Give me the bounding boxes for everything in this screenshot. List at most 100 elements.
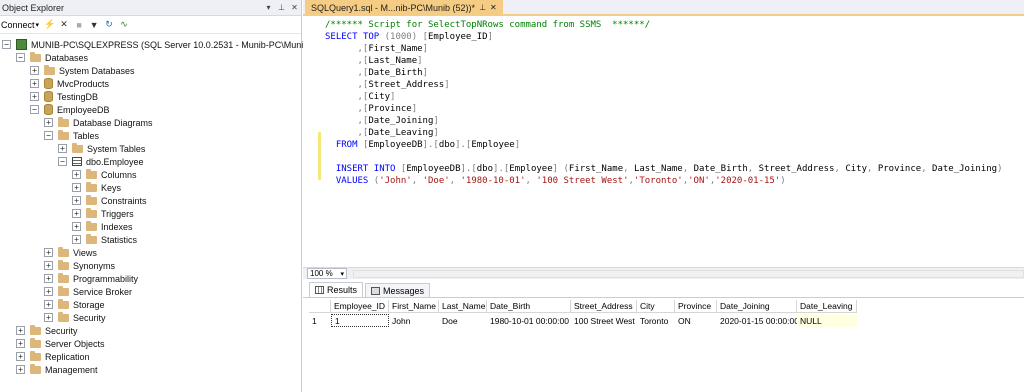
tree-node[interactable]: + Service Broker: [44, 285, 132, 298]
tree-node[interactable]: + Views: [44, 246, 97, 259]
close-icon[interactable]: ✕: [288, 3, 301, 12]
tree-node-label: Security: [45, 325, 78, 336]
column-header[interactable]: Date_Leaving: [797, 300, 857, 313]
activity-monitor-icon[interactable]: ∿: [119, 19, 129, 30]
connect-button[interactable]: Connect ▾: [1, 20, 39, 30]
tree-node[interactable]: − MUNIB-PC\SQLEXPRESS (SQL Server 10.0.25…: [2, 38, 311, 51]
database-icon: [44, 91, 53, 102]
expand-icon[interactable]: +: [30, 92, 39, 101]
expand-icon[interactable]: +: [16, 352, 25, 361]
folder-icon: [86, 207, 97, 218]
tree-node[interactable]: + System Databases: [30, 64, 135, 77]
tree-node[interactable]: + Keys: [72, 181, 121, 194]
tree-node[interactable]: + Database Diagrams: [44, 116, 153, 129]
tree-node[interactable]: + Columns: [72, 168, 137, 181]
table-cell[interactable]: 1980-10-01 00:00:00: [487, 314, 571, 327]
expand-icon[interactable]: +: [44, 261, 53, 270]
expand-icon[interactable]: +: [72, 235, 81, 244]
expand-icon[interactable]: +: [58, 144, 67, 153]
expand-icon[interactable]: +: [44, 274, 53, 283]
table-cell[interactable]: Doe: [439, 314, 487, 327]
tree-node[interactable]: + Security: [44, 311, 106, 324]
close-icon[interactable]: ✕: [490, 3, 497, 12]
expand-icon[interactable]: +: [16, 365, 25, 374]
expand-icon[interactable]: +: [16, 339, 25, 348]
row-header-corner[interactable]: [309, 300, 331, 313]
dropdown-arrow-icon[interactable]: ▾: [262, 3, 275, 12]
tree-node[interactable]: + MvcProducts: [30, 77, 109, 90]
collapse-icon[interactable]: −: [16, 53, 25, 62]
tab-results[interactable]: Results: [309, 282, 364, 297]
column-header[interactable]: First_Name: [389, 300, 439, 313]
sql-editor[interactable]: /****** Script for SelectTopNRows comman…: [303, 17, 1024, 267]
collapse-icon[interactable]: −: [2, 40, 11, 49]
expand-icon[interactable]: +: [30, 66, 39, 75]
table-cell[interactable]: John: [389, 314, 439, 327]
zoom-value: 100 %: [310, 269, 333, 278]
pin-icon[interactable]: ⊥: [275, 3, 288, 12]
table-cell[interactable]: Toronto: [637, 314, 675, 327]
tab-sqlquery1[interactable]: SQLQuery1.sql - M...nib-PC\Munib (52))* …: [305, 0, 503, 15]
zoom-dropdown[interactable]: 100 % ▾: [307, 268, 347, 279]
expand-icon[interactable]: +: [72, 222, 81, 231]
row-number[interactable]: 1: [309, 314, 331, 327]
column-header[interactable]: Employee_ID: [331, 300, 389, 313]
expand-icon[interactable]: +: [72, 196, 81, 205]
code-line: ,[Date_Birth]: [357, 68, 428, 78]
column-header[interactable]: Province: [675, 300, 717, 313]
tree-node[interactable]: + Constraints: [72, 194, 147, 207]
tree-node[interactable]: − dbo.Employee: [58, 155, 144, 168]
expand-icon[interactable]: +: [72, 183, 81, 192]
tree-node[interactable]: + Programmability: [44, 272, 138, 285]
refresh-icon[interactable]: ↻: [104, 19, 114, 30]
stop-icon[interactable]: ■: [74, 20, 84, 30]
horizontal-scrollbar[interactable]: [353, 269, 1024, 278]
tree-node[interactable]: + Replication: [16, 350, 90, 363]
tree-node-label: Indexes: [101, 221, 133, 232]
table-cell[interactable]: 2020-01-15 00:00:00: [717, 314, 799, 327]
connect-plug-icon[interactable]: ⚡: [44, 19, 55, 30]
pin-icon[interactable]: ⊥: [479, 3, 486, 12]
column-header[interactable]: Date_Birth: [487, 300, 571, 313]
tree-node[interactable]: + Indexes: [72, 220, 133, 233]
folder-icon: [30, 51, 41, 62]
tree-node[interactable]: + Triggers: [72, 207, 134, 220]
collapse-icon[interactable]: −: [58, 157, 67, 166]
expand-icon[interactable]: +: [44, 287, 53, 296]
expand-icon[interactable]: +: [72, 170, 81, 179]
tree-node[interactable]: − EmployeeDB: [30, 103, 110, 116]
table-cell[interactable]: 100 Street West: [571, 314, 637, 327]
collapse-icon[interactable]: −: [44, 131, 53, 140]
collapse-icon[interactable]: −: [30, 105, 39, 114]
table-cell[interactable]: NULL: [797, 314, 857, 327]
tree-node[interactable]: − Tables: [44, 129, 99, 142]
expand-icon[interactable]: +: [44, 118, 53, 127]
tree-node[interactable]: + TestingDB: [30, 90, 98, 103]
code-line: ,[Province]: [357, 104, 418, 114]
tree-node[interactable]: + Server Objects: [16, 337, 105, 350]
object-explorer-toolbar: Connect ▾ ⚡ ✕ ■ ▼ ↻ ∿: [0, 16, 301, 34]
table-cell[interactable]: ON: [675, 314, 717, 327]
expand-icon[interactable]: +: [44, 300, 53, 309]
column-header[interactable]: City: [637, 300, 675, 313]
disconnect-icon[interactable]: ✕: [59, 19, 69, 30]
code-line: ,[Last_Name]: [357, 56, 423, 66]
column-header[interactable]: Last_Name: [439, 300, 487, 313]
column-header[interactable]: Date_Joining: [717, 300, 797, 313]
column-header[interactable]: Street_Address: [571, 300, 637, 313]
tree-node[interactable]: + System Tables: [58, 142, 145, 155]
tree-node[interactable]: − Databases: [16, 51, 88, 64]
expand-icon[interactable]: +: [16, 326, 25, 335]
table-cell[interactable]: 1: [331, 314, 389, 327]
expand-icon[interactable]: +: [44, 248, 53, 257]
tree-node[interactable]: + Security: [16, 324, 78, 337]
expand-icon[interactable]: +: [72, 209, 81, 218]
tree-node[interactable]: + Statistics: [72, 233, 137, 246]
expand-icon[interactable]: +: [44, 313, 53, 322]
expand-icon[interactable]: +: [30, 79, 39, 88]
tree-node[interactable]: + Synonyms: [44, 259, 115, 272]
tree-node[interactable]: + Storage: [44, 298, 105, 311]
tab-messages[interactable]: Messages: [365, 283, 431, 297]
tree-node[interactable]: + Management: [16, 363, 98, 376]
filter-icon[interactable]: ▼: [89, 20, 99, 30]
